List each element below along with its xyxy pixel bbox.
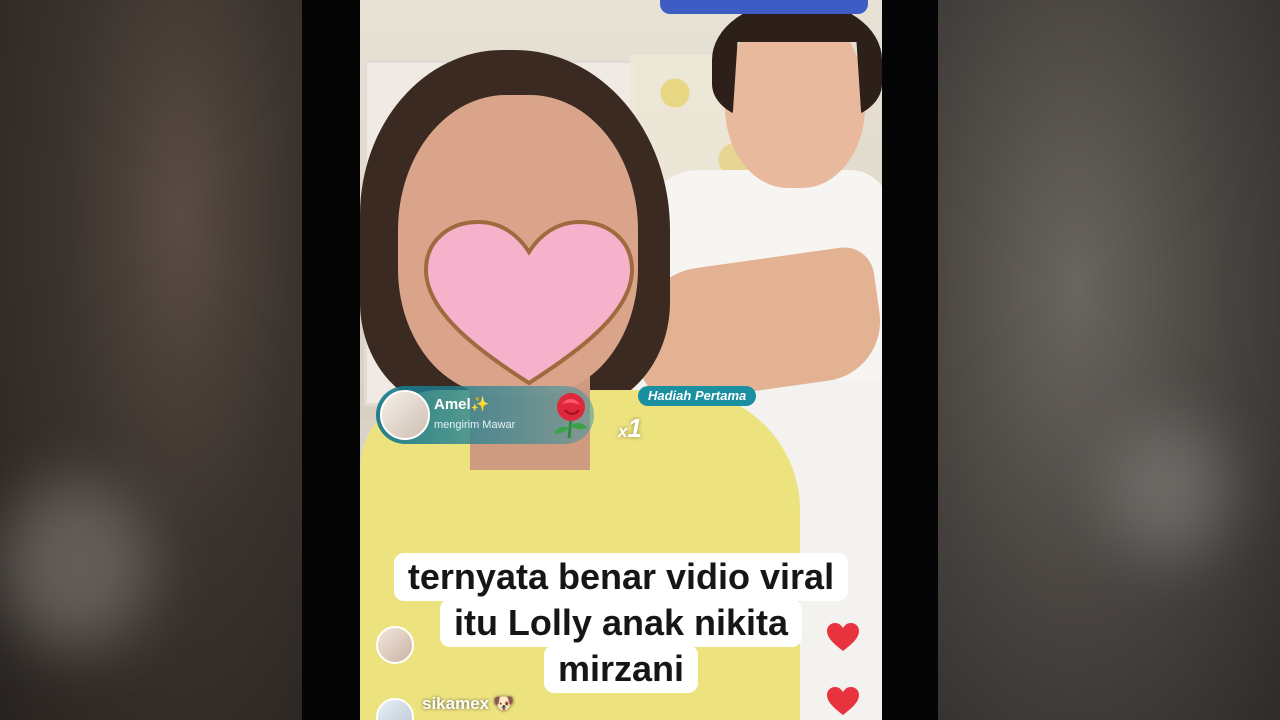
blurred-panel-left [0,0,302,720]
letterbox-left [302,0,360,720]
caption-line: mirzani [543,645,699,693]
letterbox-right [882,0,938,720]
live-video-frame[interactable]: Amel✨ mengirim Mawar Hadiah Pertama x1 s… [360,0,882,720]
heart-sticker-icon [423,219,635,386]
blurred-panel-right [938,0,1280,720]
caption-line: itu Lolly anak nikita [439,599,803,647]
caption-overlay: ternyata benar vidio viral itu Lolly ana… [360,553,882,693]
first-gift-badge: Hadiah Pertama [638,386,757,406]
top-blue-chip [660,0,868,14]
gift-count: x1 [618,413,642,444]
caption-line: ternyata benar vidio viral [393,553,849,601]
rose-icon [554,393,588,439]
dog-emoji-icon: 🐶 [493,694,515,713]
comment-username-text: sikamex [422,694,490,713]
gift-action-text: mengirim Mawar [434,419,516,431]
gifter-avatar[interactable] [380,390,430,440]
gift-count-value: 1 [627,413,642,443]
comment-username[interactable]: sikamex 🐶 [422,694,514,714]
gifter-username[interactable]: Amel✨ [434,395,489,413]
